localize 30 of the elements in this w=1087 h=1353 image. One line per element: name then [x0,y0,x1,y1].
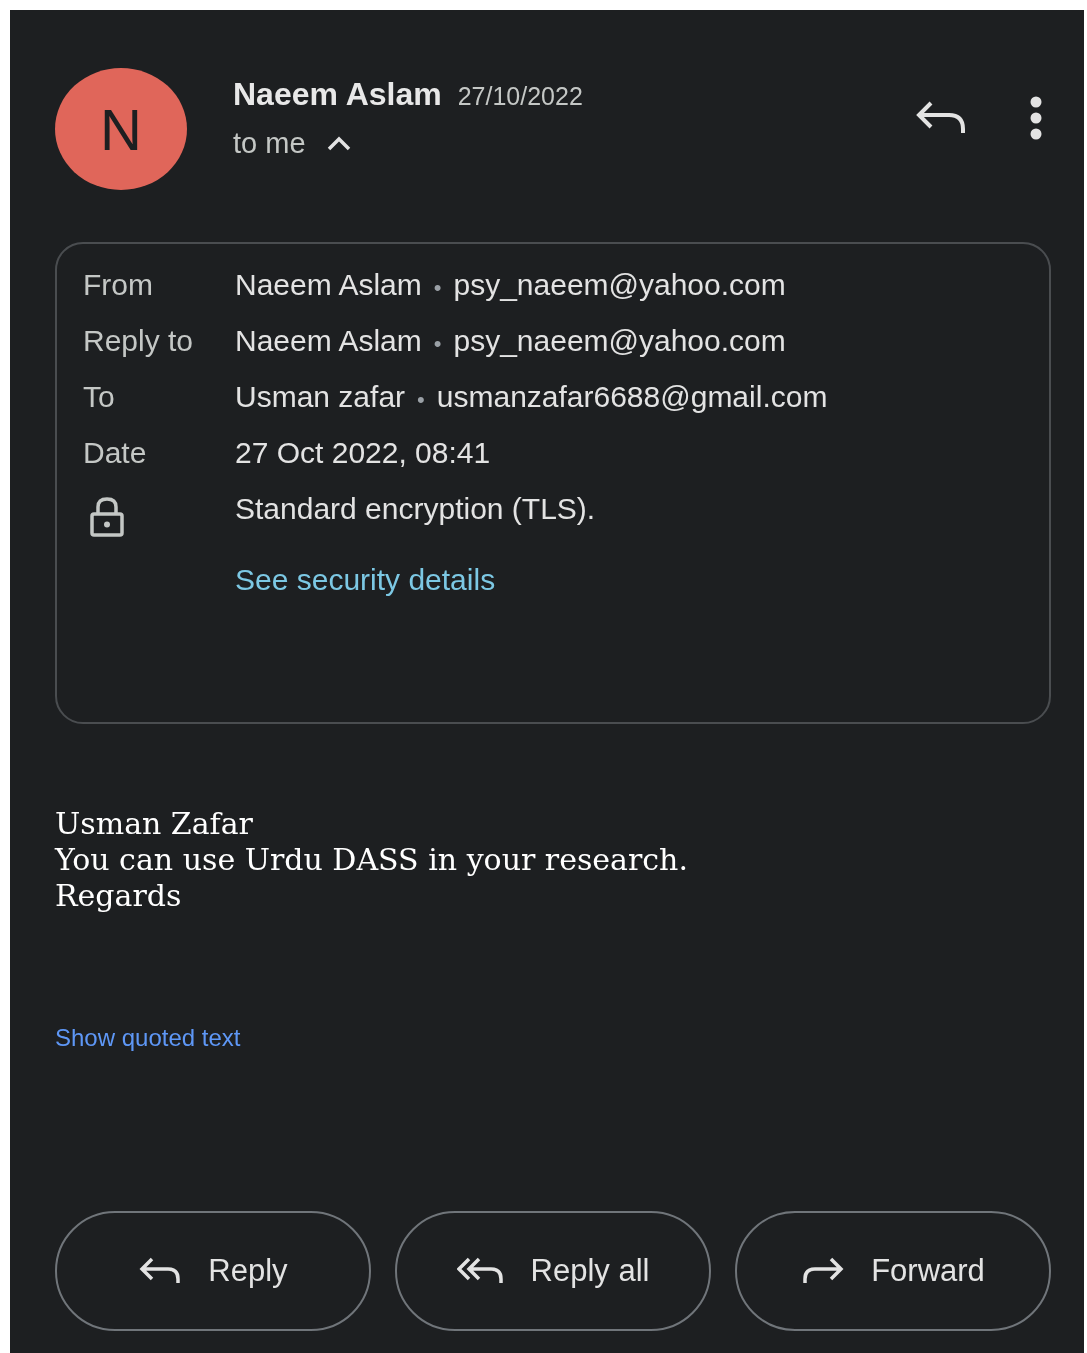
field-label: Reply to [83,324,195,358]
email-address: psy_naeem@yahoo.com [453,268,786,302]
lock-icon [89,496,125,538]
separator: • [433,275,442,301]
body-line: You can use Urdu DASS in your research. [55,842,689,878]
reply-all-button[interactable]: Reply all [395,1211,711,1331]
separator: • [433,331,442,357]
avatar: N [55,68,187,190]
show-quoted-link[interactable]: Show quoted text [55,1024,241,1051]
message-date: 27/10/2022 [457,82,583,111]
contact-name: Naeem Aslam [235,324,422,358]
more-icon[interactable] [1029,96,1043,140]
encryption-info: Standard encryption (TLS). [235,492,596,526]
reply-button[interactable]: Reply [55,1211,371,1331]
email-address: psy_naeem@yahoo.com [453,324,786,358]
contact-name: Naeem Aslam [235,268,422,302]
security-details-link[interactable]: See security details [235,563,496,597]
sender-name: Naeem Aslam [233,76,442,113]
field-label: To [83,380,116,414]
field-label: From [83,268,154,302]
contact-name: Usman zafar [235,380,406,414]
body-line: Usman Zafar [55,806,254,842]
field-label: Date [83,436,148,470]
body-line: Regards [55,878,183,914]
collapse-icon[interactable] [325,135,352,152]
forward-button[interactable]: Forward [735,1211,1051,1331]
recipient-summary: to me [233,127,306,160]
date-value: 27 Oct 2022, 08:41 [235,436,491,470]
separator: • [417,387,425,413]
email-address: usmanzafar6688@gmail.com [436,380,828,414]
